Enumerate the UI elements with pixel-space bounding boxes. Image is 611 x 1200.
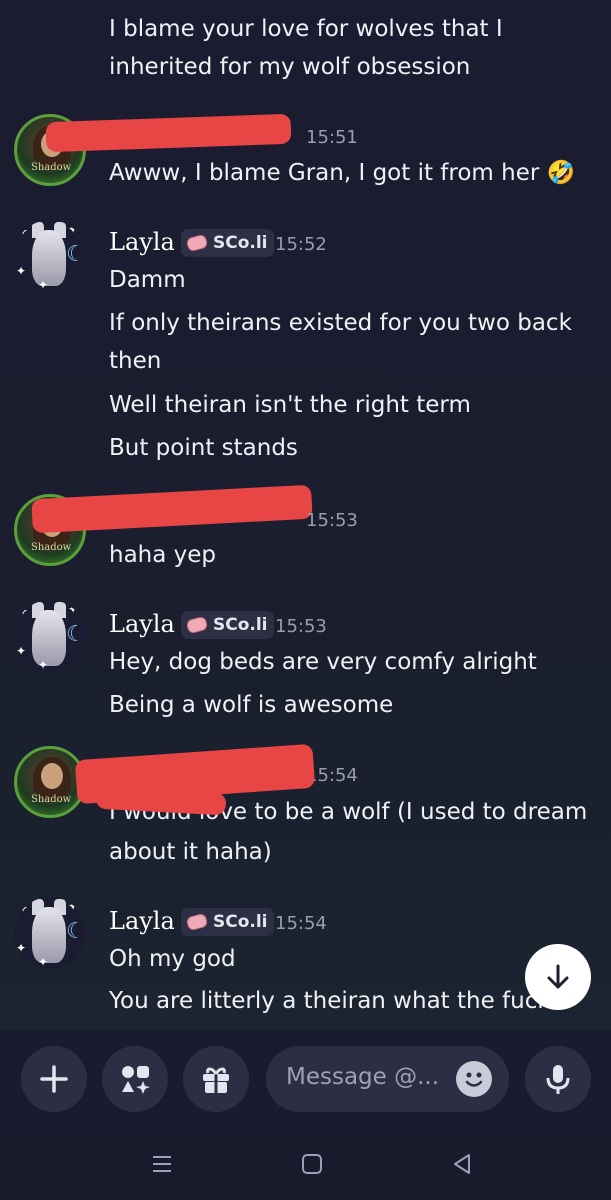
message-line: Hey, dog beds are very comfy alright xyxy=(109,649,537,675)
star-icon: ✦ xyxy=(18,224,29,238)
chat-message-list[interactable]: I blame your love for wolves that I inhe… xyxy=(0,0,611,1030)
gift-icon xyxy=(203,1067,229,1093)
gem-icon xyxy=(185,912,209,932)
star-icon: ✦ xyxy=(18,901,29,915)
username[interactable]: Layla xyxy=(109,610,175,638)
plus-icon xyxy=(40,1065,68,1093)
voice-message-button[interactable] xyxy=(525,1046,591,1112)
star-icon: ✦ xyxy=(16,264,27,278)
message-line: haha yep xyxy=(109,542,217,568)
menu-lines-icon[interactable] xyxy=(150,1152,174,1176)
message-line: about it haha) xyxy=(109,839,272,865)
message-input[interactable]: Message @... xyxy=(266,1046,509,1112)
server-tag-label: SCo.li xyxy=(213,615,268,635)
emoji-button[interactable] xyxy=(456,1061,492,1097)
message-line: inherited for my wolf obsession xyxy=(109,54,471,80)
avatar-label: Shadow xyxy=(31,794,72,805)
star-icon: ✦ xyxy=(38,658,49,672)
username[interactable]: Layla xyxy=(109,228,175,256)
message-timestamp: 15:53 xyxy=(275,616,327,637)
star-icon: ✦ xyxy=(38,955,49,969)
gem-icon xyxy=(185,233,209,253)
server-tag[interactable]: SCo.li xyxy=(181,611,274,639)
jump-to-latest-button[interactable] xyxy=(525,944,591,1010)
server-tag-label: SCo.li xyxy=(213,912,268,932)
layla-avatar[interactable]: ☾ ✦ ✦ ✦ ✦ xyxy=(14,600,86,672)
message-input-placeholder: Message @... xyxy=(286,1064,440,1090)
message-line: Being a wolf is awesome xyxy=(109,692,394,718)
message-line: Damm xyxy=(109,267,186,293)
moon-icon: ☾ xyxy=(66,622,86,647)
system-navigation-bar xyxy=(0,1130,611,1200)
star-icon: ✦ xyxy=(38,278,49,292)
message-line: If only theirans existed for you two bac… xyxy=(109,310,572,336)
message-timestamp: 15:52 xyxy=(275,234,327,255)
redacted-username xyxy=(31,484,313,534)
username[interactable]: Layla xyxy=(109,907,175,935)
avatar-label: Shadow xyxy=(31,162,72,173)
message-line: Awww, I blame Gran, I got it from her 🤣 xyxy=(109,160,576,186)
back-triangle-icon[interactable] xyxy=(450,1152,474,1176)
moon-icon: ☾ xyxy=(66,242,86,267)
message-line: I blame your love for wolves that I xyxy=(109,16,503,42)
message-timestamp: 15:53 xyxy=(306,510,358,531)
apps-button[interactable] xyxy=(102,1046,168,1112)
server-tag[interactable]: SCo.li xyxy=(181,229,274,257)
star-icon: ✦ xyxy=(16,941,27,955)
home-square-icon[interactable] xyxy=(300,1152,324,1176)
message-line: Well theiran isn't the right term xyxy=(109,392,471,418)
arrow-down-icon xyxy=(547,964,569,989)
star-icon: ✦ xyxy=(68,602,79,616)
message-line: You are litterly a theiran what the fuck xyxy=(109,988,551,1014)
star-icon: ✦ xyxy=(68,222,79,236)
apps-icon xyxy=(122,1066,150,1094)
add-button[interactable] xyxy=(21,1046,87,1112)
star-icon: ✦ xyxy=(16,644,27,658)
message-timestamp: 15:51 xyxy=(306,127,358,148)
layla-avatar[interactable]: ☾ ✦ ✦ ✦ ✦ xyxy=(14,220,86,292)
server-tag-label: SCo.li xyxy=(213,233,268,253)
star-icon: ✦ xyxy=(18,604,29,618)
avatar-face xyxy=(41,763,63,789)
emoji-icon xyxy=(465,1072,483,1087)
message-line: Oh my god xyxy=(109,946,236,972)
user-avatar[interactable]: Shadow xyxy=(14,746,86,818)
message-timestamp: 15:54 xyxy=(275,913,327,934)
gift-button[interactable] xyxy=(183,1046,249,1112)
message-line: But point stands xyxy=(109,435,298,461)
server-tag[interactable]: SCo.li xyxy=(181,908,274,936)
redacted-username xyxy=(45,113,292,153)
moon-icon: ☾ xyxy=(66,919,86,944)
message-line: then xyxy=(109,348,162,374)
microphone-icon xyxy=(546,1065,570,1094)
star-icon: ✦ xyxy=(68,899,79,913)
gem-icon xyxy=(185,615,209,635)
avatar-label: Shadow xyxy=(31,542,72,553)
layla-avatar[interactable]: ☾ ✦ ✦ ✦ ✦ xyxy=(14,897,86,969)
